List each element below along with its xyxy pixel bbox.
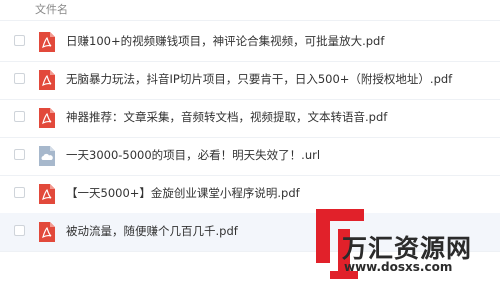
row-checkbox[interactable]: [14, 225, 25, 236]
file-row[interactable]: 无脑暴力玩法，抖音IP切片项目，只要肯干，日入500+（附授权地址）.pdf: [0, 61, 500, 100]
file-name[interactable]: 一天3000-5000的项目，必看！明天失效了！.url: [66, 147, 320, 163]
row-checkbox[interactable]: [14, 149, 25, 160]
file-row[interactable]: 神器推荐：文章采集，音频转文档，视频提取，文本转语音.pdf: [0, 99, 500, 138]
file-name[interactable]: 被动流量，随便赚个几百几千.pdf: [66, 223, 238, 239]
pdf-icon: [39, 70, 55, 90]
row-checkbox[interactable]: [14, 111, 25, 122]
file-name[interactable]: 日赚100+的视频赚钱项目，神评论合集视频，可批量放大.pdf: [66, 33, 384, 49]
row-checkbox[interactable]: [14, 73, 25, 84]
row-checkbox[interactable]: [14, 187, 25, 198]
file-row[interactable]: 一天3000-5000的项目，必看！明天失效了！.url: [0, 137, 500, 176]
pdf-icon: [39, 222, 55, 242]
cloud-link-icon: [39, 146, 55, 166]
row-checkbox[interactable]: [14, 35, 25, 46]
file-row[interactable]: 日赚100+的视频赚钱项目，神评论合集视频，可批量放大.pdf: [0, 23, 500, 62]
file-name[interactable]: 神器推荐：文章采集，音频转文档，视频提取，文本转语音.pdf: [66, 109, 387, 125]
watermark-url: www.dosxs.com: [344, 260, 453, 274]
pdf-icon: [39, 32, 55, 52]
pdf-icon: [39, 184, 55, 204]
file-list-header: 文件名: [0, 0, 500, 21]
file-list-page: 文件名 日赚100+的视频赚钱项目，神评论合集视频，可批量放大.pdf 无脑暴力…: [0, 0, 500, 282]
file-row[interactable]: 被动流量，随便赚个几百几千.pdf: [0, 213, 500, 252]
file-name[interactable]: 无脑暴力玩法，抖音IP切片项目，只要肯干，日入500+（附授权地址）.pdf: [66, 71, 452, 87]
file-name[interactable]: 【一天5000+】金旋创业课堂小程序说明.pdf: [66, 185, 300, 201]
pdf-icon: [39, 108, 55, 128]
column-header-filename[interactable]: 文件名: [35, 1, 68, 17]
file-row[interactable]: 【一天5000+】金旋创业课堂小程序说明.pdf: [0, 175, 500, 214]
